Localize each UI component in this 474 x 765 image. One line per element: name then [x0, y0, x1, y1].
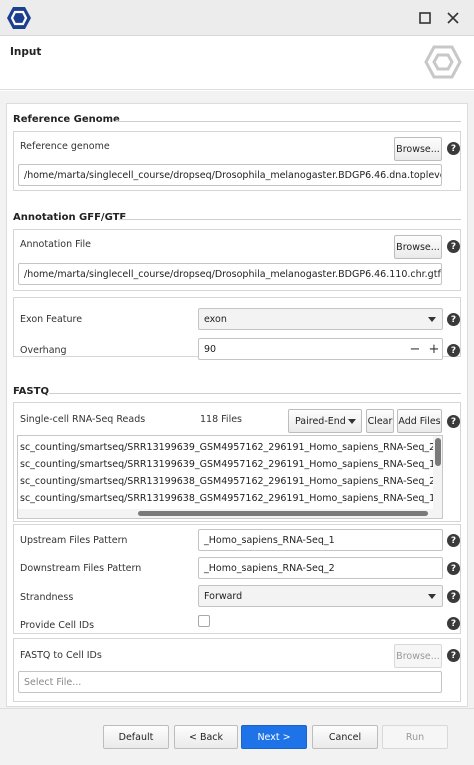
cellids-file-input[interactable]: Select File...: [18, 671, 442, 693]
upstream-pattern-label: Upstream Files Pattern: [20, 535, 128, 546]
reference-genome-input[interactable]: /home/marta/singlecell_course/dropseq/Dr…: [18, 164, 442, 186]
help-icon[interactable]: ?: [447, 415, 460, 428]
run-button[interactable]: Run: [382, 725, 448, 749]
list-item[interactable]: sc_counting/smartseq/SRR13199638_GSM4957…: [20, 493, 442, 504]
add-files-button[interactable]: Add Files: [397, 409, 442, 433]
wizard-footer: Default < Back Next > Cancel Run: [0, 708, 474, 765]
fastq-section-title: FASTQ: [13, 386, 49, 397]
next-button[interactable]: Next >: [241, 725, 307, 749]
annotation-browse-button[interactable]: Browse...: [394, 235, 442, 259]
annotation-section-title: Annotation GFF/GTF: [13, 212, 127, 223]
reference-browse-button[interactable]: Browse...: [394, 137, 442, 161]
chevron-down-icon: [348, 419, 356, 424]
help-icon[interactable]: ?: [447, 344, 460, 357]
scrollbar-thumb[interactable]: [138, 511, 428, 516]
window-titlebar: [0, 0, 474, 36]
exon-feature-value: exon: [204, 313, 227, 325]
maximize-icon[interactable]: [416, 9, 434, 27]
overhang-value: 90: [204, 343, 217, 355]
help-icon[interactable]: ?: [447, 649, 460, 662]
strandness-value: Forward: [204, 590, 243, 602]
decrement-button[interactable]: −: [408, 339, 422, 359]
help-icon[interactable]: ?: [447, 590, 460, 603]
upstream-pattern-input[interactable]: _Homo_sapiens_RNA-Seq_1: [198, 529, 443, 551]
default-button[interactable]: Default: [103, 725, 169, 749]
list-item[interactable]: sc_counting/smartseq/SRR13199638_GSM4957…: [20, 476, 442, 487]
page-title: Input: [10, 46, 42, 58]
file-list[interactable]: sc_counting/smartseq/SRR13199639_GSM4957…: [17, 435, 443, 519]
input-panel: Reference Genome Reference genome Browse…: [6, 103, 468, 707]
list-item[interactable]: sc_counting/smartseq/SRR13199639_GSM4957…: [20, 459, 442, 470]
scrollbar-thumb[interactable]: [435, 438, 441, 466]
clear-button[interactable]: Clear: [366, 409, 394, 433]
pairing-select[interactable]: Paired-End: [288, 409, 362, 433]
back-button[interactable]: < Back: [174, 725, 238, 749]
help-icon[interactable]: ?: [447, 617, 460, 630]
exon-feature-label: Exon Feature: [20, 314, 83, 325]
strandness-label: Strandness: [20, 592, 74, 603]
increment-button[interactable]: +: [427, 339, 441, 359]
vertical-scrollbar[interactable]: [433, 436, 442, 510]
app-logo-icon: [7, 7, 31, 29]
cellids-browse-button[interactable]: Browse...: [394, 644, 442, 668]
section-divider: [49, 393, 461, 394]
fastq-cellids-label: FASTQ to Cell IDs: [20, 650, 102, 661]
help-icon[interactable]: ?: [447, 240, 460, 253]
section-divider: [115, 121, 461, 122]
help-icon[interactable]: ?: [447, 534, 460, 547]
horizontal-scrollbar[interactable]: [18, 509, 442, 518]
reads-label: Single-cell RNA-Seq Reads: [20, 414, 146, 425]
cancel-button[interactable]: Cancel: [312, 725, 378, 749]
hexagon-logo-icon: [424, 45, 462, 79]
reference-section-title: Reference Genome: [13, 114, 120, 125]
annotation-file-label: Annotation File: [20, 239, 92, 250]
close-icon[interactable]: [444, 9, 462, 27]
chevron-down-icon: [428, 594, 436, 599]
provide-cellids-label: Provide Cell IDs: [20, 620, 95, 631]
list-item[interactable]: sc_counting/smartseq/SRR13199639_GSM4957…: [20, 442, 442, 453]
chevron-down-icon: [428, 317, 436, 322]
wizard-content: Reference Genome Reference genome Browse…: [0, 91, 474, 708]
downstream-pattern-input[interactable]: _Homo_sapiens_RNA-Seq_2: [198, 557, 443, 579]
overhang-stepper[interactable]: 90: [198, 338, 443, 360]
wizard-header: Input: [0, 37, 474, 90]
overhang-label: Overhang: [20, 345, 67, 356]
strandness-select[interactable]: Forward: [198, 585, 443, 607]
help-icon[interactable]: ?: [447, 142, 460, 155]
reference-genome-label: Reference genome: [20, 141, 110, 152]
help-icon[interactable]: ?: [447, 313, 460, 326]
annotation-file-input[interactable]: /home/marta/singlecell_course/dropseq/Dr…: [18, 263, 442, 285]
files-count: 118 Files: [200, 414, 242, 425]
downstream-pattern-label: Downstream Files Pattern: [20, 563, 142, 574]
provide-cellids-checkbox[interactable]: [198, 615, 210, 627]
section-divider: [119, 219, 461, 220]
exon-feature-select[interactable]: exon: [198, 308, 443, 330]
help-icon[interactable]: ?: [447, 562, 460, 575]
pairing-value: Paired-End: [295, 415, 346, 427]
